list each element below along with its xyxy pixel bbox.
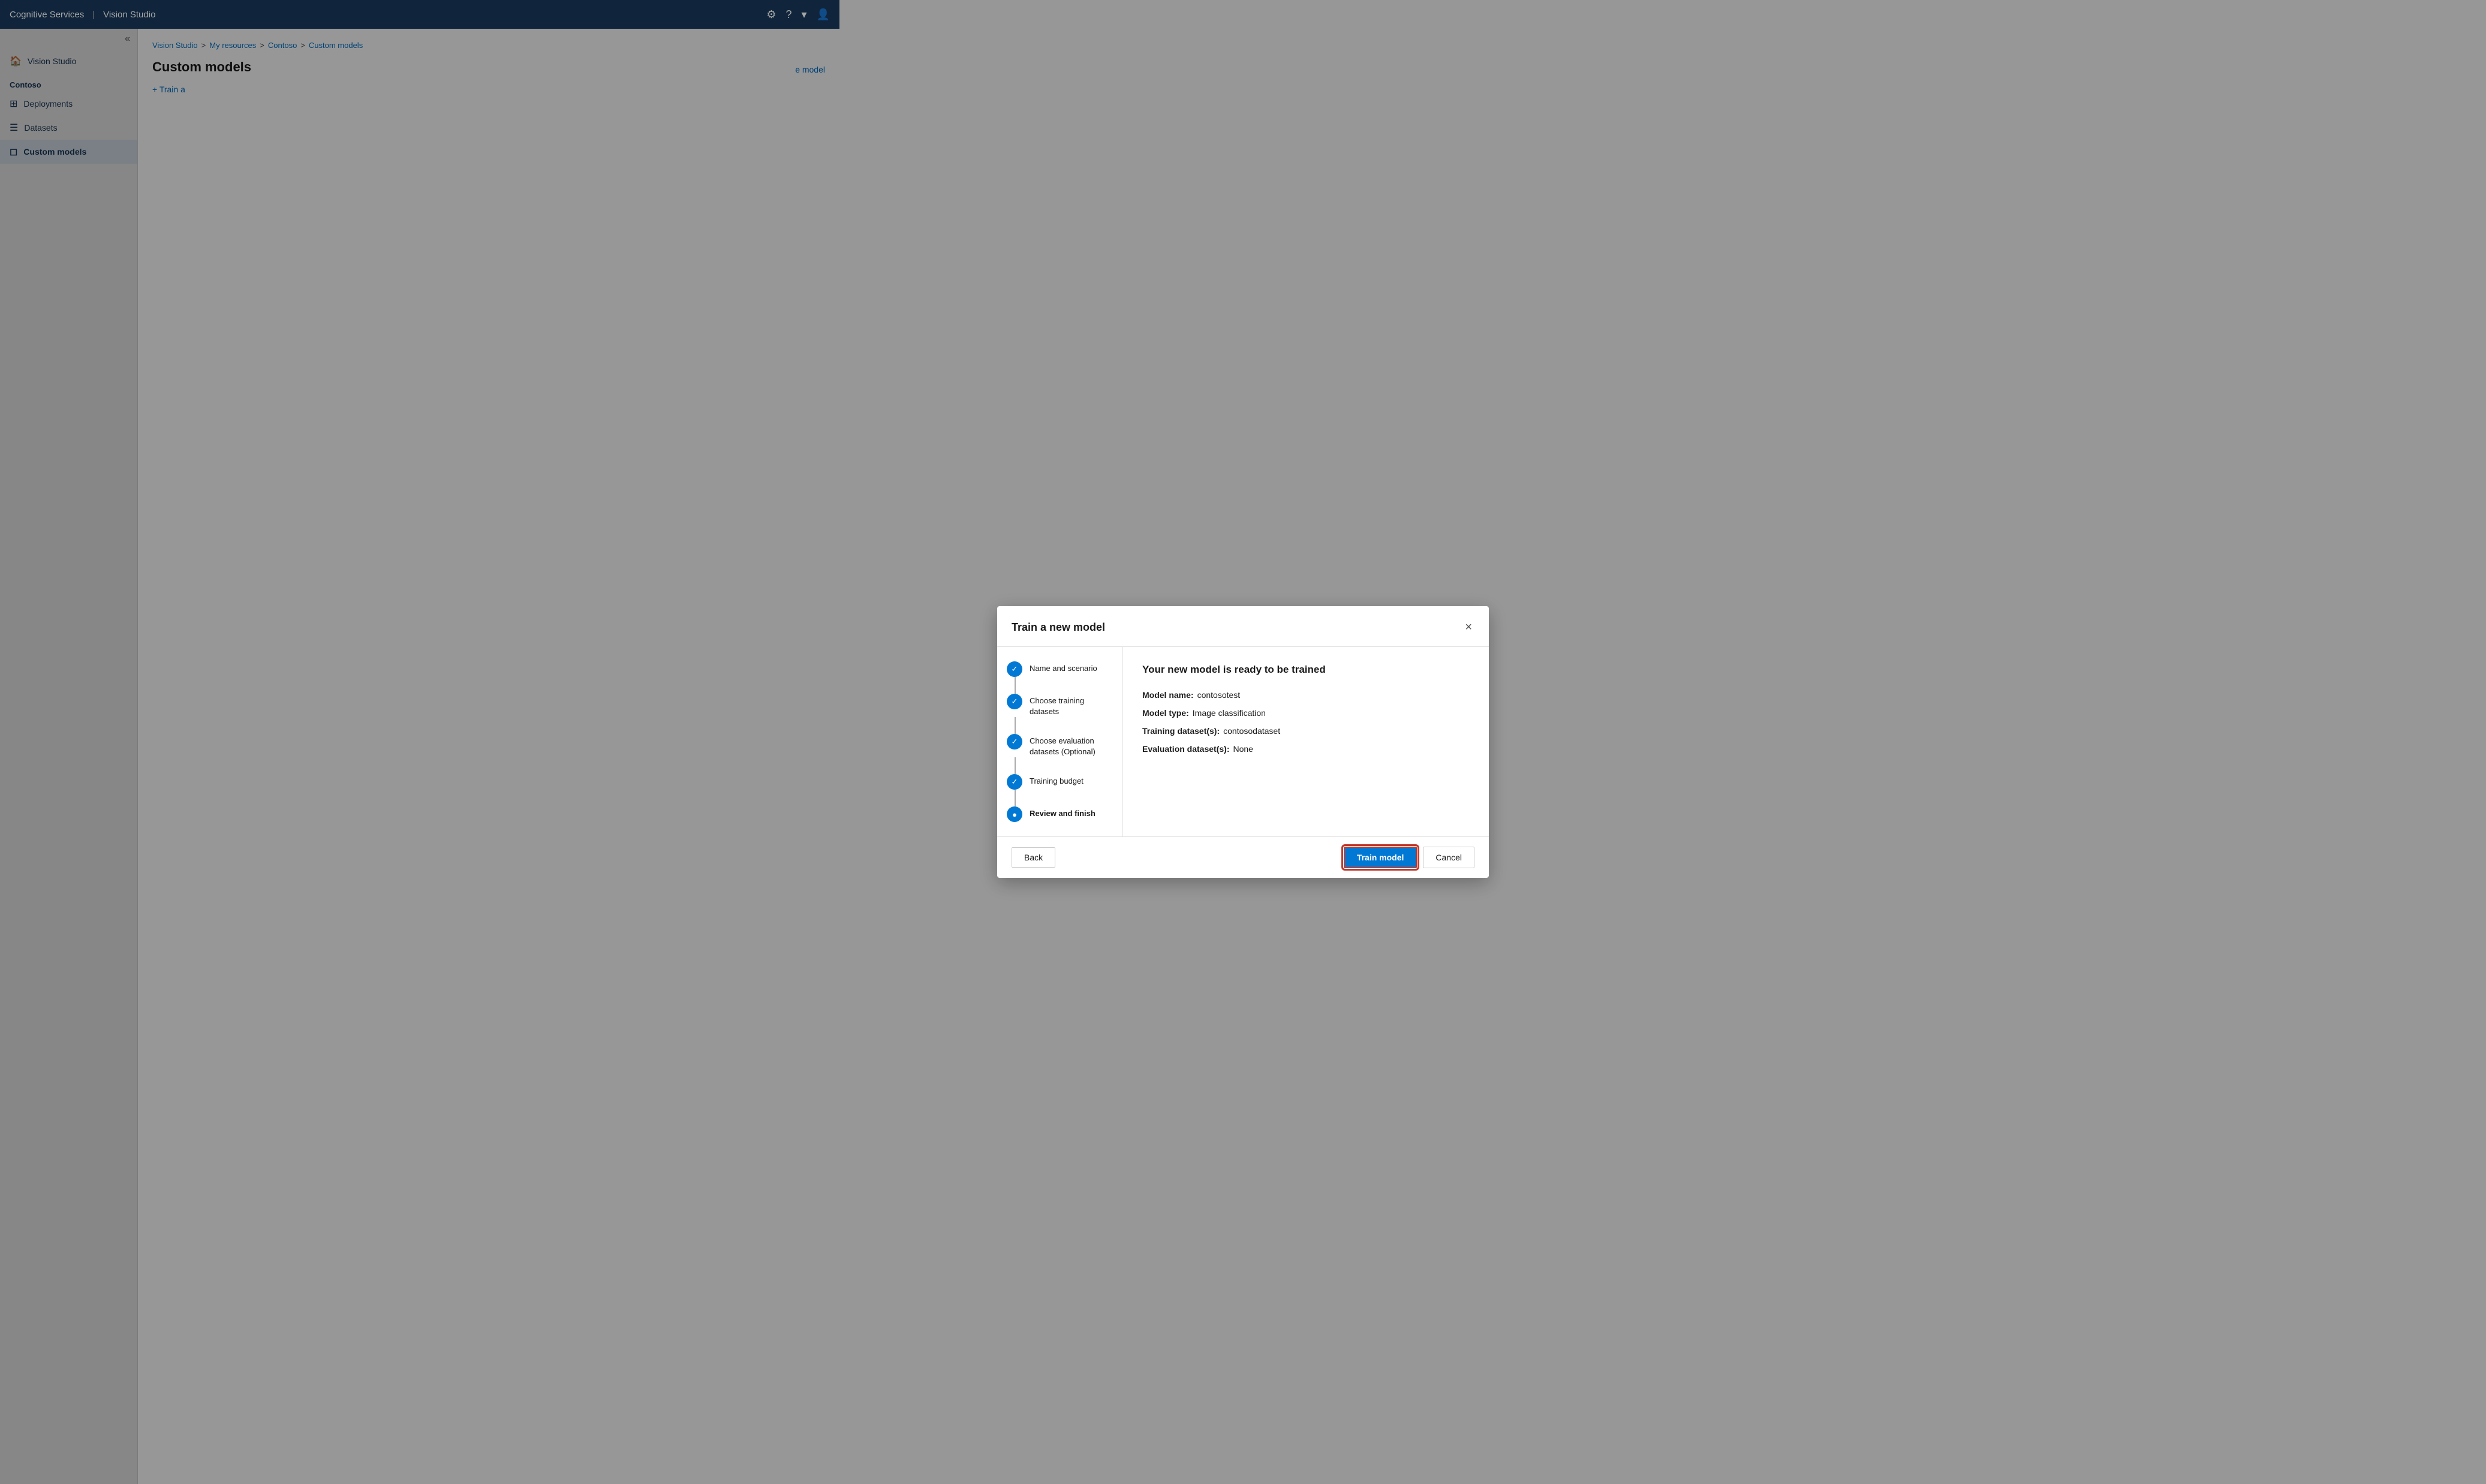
step-circle-2: ✓ (1007, 694, 1022, 709)
review-value-evaluation-datasets: None (1233, 744, 1253, 754)
step-connector-3 (1015, 757, 1016, 774)
review-row-evaluation-datasets: Evaluation dataset(s): None (1142, 744, 1470, 754)
modal-footer: Back Train model Cancel (997, 836, 1489, 878)
review-label-model-type: Model type: (1142, 708, 1189, 718)
review-value-training-datasets: contosodataset (1223, 726, 1280, 736)
step-label-5: Review and finish (1030, 806, 1095, 819)
step-training-datasets: ✓ Choose training datasets (1007, 694, 1113, 717)
train-model-modal: Train a new model × ✓ Name and scenario … (997, 606, 1489, 878)
review-label-evaluation-datasets: Evaluation dataset(s): (1142, 744, 1229, 754)
train-model-button[interactable]: Train model (1344, 847, 1417, 868)
step-connector-4 (1015, 790, 1016, 806)
step-circle-5: ● (1007, 806, 1022, 822)
review-panel: Your new model is ready to be trained Mo… (1123, 647, 1489, 837)
step-connector-2 (1015, 717, 1016, 734)
modal-header: Train a new model × (997, 606, 1489, 647)
modal-title: Train a new model (1012, 621, 1105, 634)
step-training-budget: ✓ Training budget (1007, 774, 1113, 790)
review-row-model-type: Model type: Image classification (1142, 708, 1470, 718)
step-circle-1: ✓ (1007, 661, 1022, 677)
footer-right: Train model Cancel (1344, 847, 1474, 868)
step-label-2: Choose training datasets (1030, 694, 1113, 717)
step-circle-4: ✓ (1007, 774, 1022, 790)
step-label-4: Training budget (1030, 774, 1084, 787)
review-label-training-datasets: Training dataset(s): (1142, 726, 1220, 736)
back-button[interactable]: Back (1012, 847, 1055, 868)
review-value-model-type: Image classification (1193, 708, 1266, 718)
step-circle-3: ✓ (1007, 734, 1022, 749)
step-evaluation-datasets: ✓ Choose evaluation datasets (Optional) (1007, 734, 1113, 757)
review-title: Your new model is ready to be trained (1142, 664, 1470, 676)
review-row-model-name: Model name: contosotest (1142, 690, 1470, 700)
review-label-model-name: Model name: (1142, 690, 1194, 700)
review-row-training-datasets: Training dataset(s): contosodataset (1142, 726, 1470, 736)
steps-panel: ✓ Name and scenario ✓ Choose training da… (997, 647, 1123, 837)
step-name-scenario: ✓ Name and scenario (1007, 661, 1113, 677)
modal-close-button[interactable]: × (1462, 618, 1474, 637)
step-label-3: Choose evaluation datasets (Optional) (1030, 734, 1113, 757)
step-connector-1 (1015, 677, 1016, 694)
modal-overlay: Train a new model × ✓ Name and scenario … (0, 0, 2486, 1484)
modal-body: ✓ Name and scenario ✓ Choose training da… (997, 647, 1489, 837)
review-value-model-name: contosotest (1197, 690, 1241, 700)
cancel-button[interactable]: Cancel (1423, 847, 1474, 868)
step-label-1: Name and scenario (1030, 661, 1097, 674)
step-review-finish: ● Review and finish (1007, 806, 1113, 822)
